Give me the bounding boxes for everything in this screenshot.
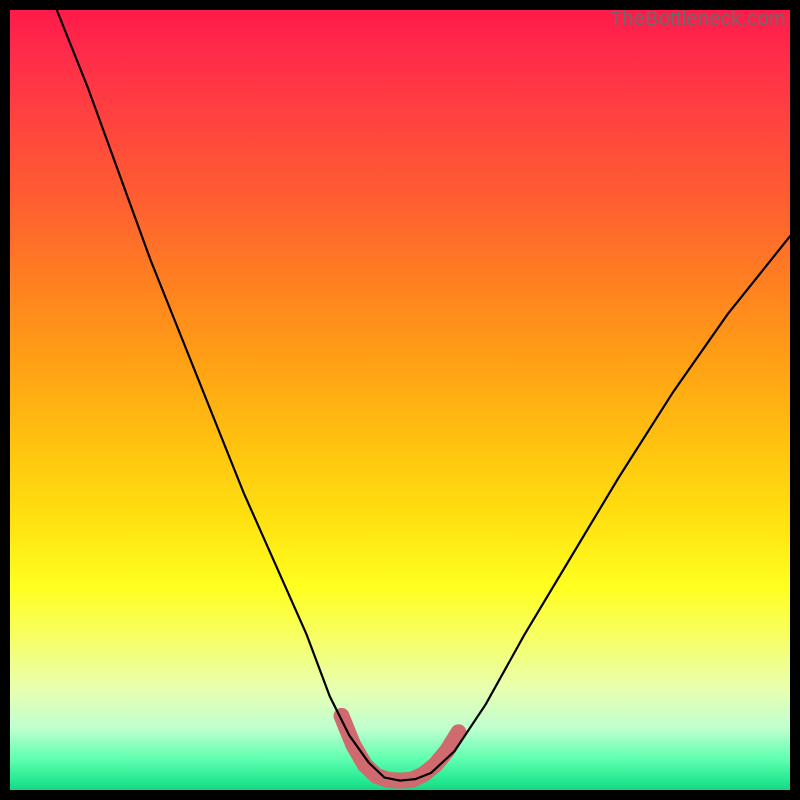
watermark-text: TheBottleneck.com — [610, 8, 786, 31]
chart-svg — [10, 10, 790, 790]
bottleneck-curve — [57, 10, 790, 781]
